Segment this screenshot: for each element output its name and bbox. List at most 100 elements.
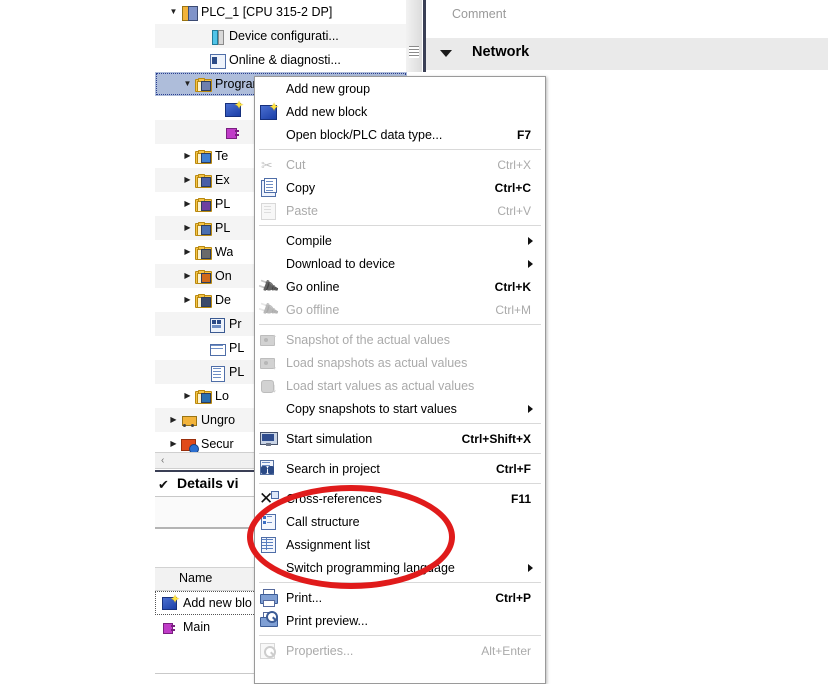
menu-icon-placeholder — [257, 398, 281, 420]
menu-item-label: Assignment list — [286, 537, 371, 552]
tree-row[interactable]: ▼ PLC_1 [CPU 315-2 DP] — [155, 0, 407, 24]
main-block-icon — [224, 124, 241, 140]
chevron-right-icon[interactable]: ▶ — [181, 248, 194, 256]
menu-item-search-in-project[interactable]: Search in project Ctrl+F — [255, 457, 545, 480]
tree-row-label: De — [215, 293, 231, 307]
menu-item-cross-references[interactable]: ✕ Cross-references F11 — [255, 487, 545, 510]
menu-item-label: Start simulation — [286, 431, 373, 446]
menu-item-copy-snapshots-to-start-values[interactable]: Copy snapshots to start values — [255, 397, 545, 420]
chevron-right-icon[interactable]: ▶ — [181, 296, 194, 304]
network-label: Network — [472, 44, 530, 60]
tree-row-label: Device configurati... — [229, 29, 339, 43]
splitter-grip-icon[interactable] — [409, 46, 419, 58]
menu-item-compile[interactable]: Compile — [255, 229, 545, 252]
submenu-arrow-icon — [528, 260, 533, 268]
menu-icon-placeholder — [257, 124, 281, 146]
program-editor-pane: Comment Network — [426, 0, 828, 72]
triangle-down-icon[interactable] — [440, 50, 452, 57]
menu-separator — [259, 423, 541, 424]
assignment-list-icon — [257, 534, 281, 556]
menu-item-copy[interactable]: Copy Ctrl+C — [255, 176, 545, 199]
tree-row[interactable]: Device configurati... — [155, 24, 407, 48]
paste-icon — [257, 200, 281, 222]
tree-row-label: PLC_1 [CPU 315-2 DP] — [201, 5, 333, 19]
column-header-name: Name — [179, 571, 213, 585]
tree-row[interactable]: Online & diagnosti... — [155, 48, 407, 72]
chevron-down-icon[interactable]: ▼ — [181, 80, 194, 88]
menu-separator — [259, 635, 541, 636]
menu-item-shortcut: Ctrl+V — [497, 203, 531, 218]
tree-row-label: PL — [215, 221, 231, 235]
menu-item-label: Snapshot of the actual values — [286, 332, 451, 347]
menu-separator — [259, 324, 541, 325]
menu-icon-placeholder — [257, 78, 281, 100]
chevron-right-icon[interactable]: ▶ — [181, 392, 194, 400]
menu-item-label: Copy — [286, 180, 316, 195]
chevron-right-icon[interactable]: ▶ — [181, 152, 194, 160]
menu-item-shortcut: Ctrl+Shift+X — [461, 431, 531, 446]
details-view-title: Details vi — [177, 475, 239, 491]
plc-icon — [180, 4, 198, 21]
print-icon — [257, 587, 281, 609]
chevron-right-icon[interactable]: ▶ — [167, 440, 180, 448]
menu-item-label: Load snapshots as actual values — [286, 355, 468, 370]
menu-item-load-snapshots-as-actual-values: ↓ Load snapshots as actual values — [255, 351, 545, 374]
program-info-icon — [208, 316, 225, 333]
chevron-right-icon[interactable]: ▶ — [181, 272, 194, 280]
cross-references-icon: ✕ — [257, 488, 281, 510]
plc-data-types-folder-icon — [194, 220, 212, 236]
menu-item-label: Cross-references — [286, 491, 382, 506]
menu-item-print[interactable]: Print... Ctrl+P — [255, 586, 545, 609]
chevron-right-icon[interactable]: ▶ — [181, 224, 194, 232]
menu-item-label: Copy snapshots to start values — [286, 401, 457, 416]
menu-item-add-new-group[interactable]: Add new group — [255, 77, 545, 100]
device-config-icon — [208, 28, 225, 45]
tree-row-label: PL — [229, 341, 245, 355]
menu-item-label: Switch programming language — [286, 560, 455, 575]
chevron-right-icon[interactable]: ▶ — [181, 200, 194, 208]
menu-item-open-block-plc-data-type[interactable]: Open block/PLC data type... F7 — [255, 123, 545, 146]
properties-icon — [257, 640, 281, 662]
menu-item-shortcut: F11 — [510, 491, 531, 506]
menu-separator — [259, 225, 541, 226]
menu-item-call-structure[interactable]: Call structure — [255, 510, 545, 533]
menu-separator — [259, 149, 541, 150]
context-menu[interactable]: Add new group ✦ Add new block Open block/PL… — [254, 76, 546, 684]
chevron-right-icon[interactable]: ▶ — [167, 416, 180, 424]
tree-row-label: Secur — [201, 437, 234, 451]
menu-item-label: Properties... — [286, 643, 354, 658]
copy-icon — [257, 177, 281, 199]
submenu-arrow-icon — [528, 405, 533, 413]
menu-separator — [259, 582, 541, 583]
menu-item-start-simulation[interactable]: Start simulation Ctrl+Shift+X — [255, 427, 545, 450]
tree-row-label: Te — [215, 149, 229, 163]
chevron-down-icon[interactable]: ▼ — [167, 8, 180, 16]
scroll-left-icon[interactable]: ‹ — [161, 454, 164, 467]
menu-item-go-online[interactable]: 🔌 Go online Ctrl+K — [255, 274, 545, 298]
menu-icon-placeholder — [257, 230, 281, 252]
comment-placeholder-text: Comment — [452, 7, 507, 21]
menu-item-label: Paste — [286, 203, 318, 218]
load-snapshot-icon: ↓ — [257, 352, 281, 374]
go-offline-icon: 🔌 — [256, 297, 281, 321]
tree-row-label: PL — [215, 197, 231, 211]
menu-item-add-new-block[interactable]: ✦ Add new block — [255, 100, 545, 123]
network-header[interactable]: Network — [426, 38, 828, 70]
call-structure-icon — [257, 511, 281, 533]
menu-item-assignment-list[interactable]: Assignment list — [255, 533, 545, 556]
add-new-block-icon: ✦ — [161, 593, 180, 611]
menu-item-label: Add new block — [286, 104, 368, 119]
scissors-icon: ✂ — [261, 156, 273, 173]
menu-item-download-to-device[interactable]: Download to device — [255, 252, 545, 275]
menu-item-print-preview[interactable]: Print preview... — [255, 609, 545, 632]
online-diagnostics-icon — [208, 52, 226, 69]
list-item-label: Main — [183, 620, 211, 634]
menu-item-paste: Paste Ctrl+V — [255, 199, 545, 222]
chevron-right-icon[interactable]: ▶ — [181, 176, 194, 184]
menu-item-shortcut: Alt+Enter — [481, 643, 531, 658]
comment-bar[interactable]: Comment — [426, 0, 828, 32]
panel-splitter[interactable] — [406, 0, 422, 72]
tree-row-label: Ex — [215, 173, 230, 187]
menu-item-switch-programming-language[interactable]: Switch programming language — [255, 556, 545, 579]
tree-row-label: On — [215, 269, 232, 283]
